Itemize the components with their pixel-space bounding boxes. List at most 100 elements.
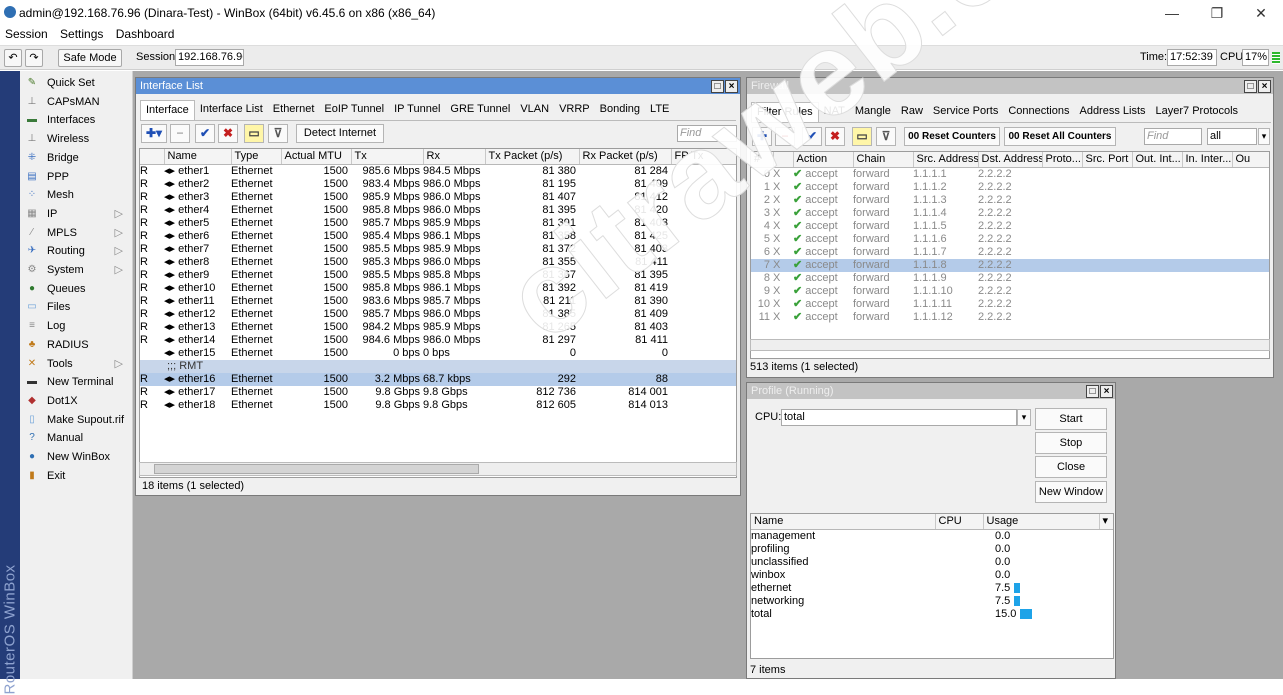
restore-icon[interactable]: □ bbox=[1244, 80, 1257, 93]
sidebar-item-radius[interactable]: ♣ RADIUS bbox=[20, 336, 133, 354]
sidebar-item-capsman[interactable]: ⊥ CAPsMAN bbox=[20, 93, 133, 111]
column-header[interactable]: Usage bbox=[983, 514, 1100, 530]
reset-counters-button[interactable]: 00 Reset Counters bbox=[904, 127, 1000, 146]
table-row[interactable]: management 0.0 bbox=[751, 529, 1113, 543]
table-row[interactable]: 8 X ✔ accept forward 1.1.1.9 2.2.2.2 bbox=[751, 272, 1269, 285]
interface-tab-lte[interactable]: LTE bbox=[645, 100, 674, 120]
table-row[interactable]: R ◂▸ ether12 Ethernet 1500 985.7 Mbps 986.0 M… bbox=[140, 308, 736, 321]
table-row[interactable]: 11 X ✔ accept forward 1.1.1.12 2.2.2.2 bbox=[751, 311, 1269, 324]
table-row[interactable]: R ◂▸ ether1 Ethernet 1500 985.6 Mbps 984.5 Mb… bbox=[140, 164, 736, 178]
column-header[interactable]: Out. Int... bbox=[1132, 152, 1183, 168]
remove-icon[interactable]: − bbox=[170, 124, 190, 143]
column-header[interactable] bbox=[140, 149, 165, 165]
close-button[interactable]: Close bbox=[1035, 456, 1107, 478]
column-header[interactable]: Proto... bbox=[1042, 152, 1083, 168]
firewall-find-input[interactable]: Find bbox=[1144, 128, 1202, 145]
table-row[interactable]: R ◂▸ ether10 Ethernet 1500 985.8 Mbps 986.1 M… bbox=[140, 282, 736, 295]
interface-list-titlebar[interactable]: Interface List □ × bbox=[136, 78, 740, 94]
firewall-tab-layer7-protocols[interactable]: Layer7 Protocols bbox=[1151, 102, 1244, 122]
close-window-button[interactable]: ✕ bbox=[1241, 2, 1281, 24]
disable-rule-icon[interactable]: ✖ bbox=[825, 127, 845, 146]
firewall-tab-raw[interactable]: Raw bbox=[896, 102, 928, 122]
sidebar-item-mesh[interactable]: ⁘ Mesh bbox=[20, 186, 133, 204]
table-row[interactable]: 3 X ✔ accept forward 1.1.1.4 2.2.2.2 bbox=[751, 207, 1269, 220]
firewall-tab-mangle[interactable]: Mangle bbox=[850, 102, 896, 122]
sidebar-item-wireless[interactable]: ⊥ Wireless bbox=[20, 130, 133, 148]
sidebar-item-queues[interactable]: ● Queues bbox=[20, 280, 133, 298]
remove-rule-icon[interactable]: − bbox=[775, 127, 795, 146]
undo-button[interactable]: ↶ bbox=[4, 49, 22, 67]
sidebar-item-routing[interactable]: ✈ Routing ▷ bbox=[20, 242, 133, 260]
maximize-button[interactable]: ❐ bbox=[1197, 2, 1237, 24]
sidebar-item-ip[interactable]: ▦ IP ▷ bbox=[20, 205, 133, 223]
column-header[interactable]: Tx Packet (p/s) bbox=[485, 149, 580, 165]
sidebar-item-manual[interactable]: ? Manual bbox=[20, 429, 133, 447]
table-row[interactable]: ethernet 7.5 bbox=[751, 582, 1113, 595]
sidebar-item-ppp[interactable]: ▤ PPP bbox=[20, 168, 133, 186]
table-row[interactable]: R ◂▸ ether9 Ethernet 1500 985.5 Mbps 985.8 Mb… bbox=[140, 269, 736, 282]
sidebar-item-files[interactable]: ▭ Files bbox=[20, 298, 133, 316]
sidebar-item-exit[interactable]: ▮ Exit bbox=[20, 467, 133, 485]
table-row[interactable]: winbox 0.0 bbox=[751, 569, 1113, 582]
sidebar-item-new-winbox[interactable]: ● New WinBox bbox=[20, 448, 133, 466]
table-row[interactable]: 5 X ✔ accept forward 1.1.1.6 2.2.2.2 bbox=[751, 233, 1269, 246]
profile-titlebar[interactable]: Profile (Running) □ × bbox=[747, 383, 1115, 399]
table-row[interactable]: R ◂▸ ether14 Ethernet 1500 984.6 Mbps 986.0 M… bbox=[140, 334, 736, 347]
menu-settings[interactable]: Settings bbox=[60, 27, 103, 41]
restore-icon[interactable]: □ bbox=[1086, 385, 1099, 398]
column-header[interactable]: Actual MTU bbox=[281, 149, 352, 165]
column-header[interactable]: Chain bbox=[853, 152, 914, 168]
start-button[interactable]: Start bbox=[1035, 408, 1107, 430]
sidebar-item-new-terminal[interactable]: ▬ New Terminal bbox=[20, 373, 133, 391]
table-row[interactable]: R ◂▸ ether11 Ethernet 1500 983.6 Mbps 985.7 M… bbox=[140, 295, 736, 308]
sidebar-item-quick-set[interactable]: ✎ Quick Set bbox=[20, 74, 133, 92]
table-row[interactable]: 2 X ✔ accept forward 1.1.1.3 2.2.2.2 bbox=[751, 194, 1269, 207]
firewall-tab-connections[interactable]: Connections bbox=[1003, 102, 1074, 122]
safe-mode-button[interactable]: Safe Mode bbox=[58, 49, 122, 67]
firewall-tab-filter-rules[interactable]: Filter Rules bbox=[751, 102, 819, 122]
chevron-down-icon[interactable]: ▾ bbox=[1017, 409, 1031, 426]
close-icon[interactable]: × bbox=[725, 80, 738, 93]
column-header[interactable]: CPU bbox=[935, 514, 984, 530]
table-row[interactable]: R ◂▸ ether17 Ethernet 1500 9.8 Gbps 9.8 Gbps 8… bbox=[140, 386, 736, 399]
table-row[interactable]: 4 X ✔ accept forward 1.1.1.5 2.2.2.2 bbox=[751, 220, 1269, 233]
firewall-tab-nat[interactable]: NAT bbox=[819, 102, 850, 122]
table-row[interactable]: R ◂▸ ether3 Ethernet 1500 985.9 Mbps 986.0 Mb… bbox=[140, 191, 736, 204]
column-header[interactable]: FP Tx bbox=[671, 149, 736, 165]
firewall-titlebar[interactable]: Firewall □ × bbox=[747, 78, 1273, 94]
reset-all-counters-button[interactable]: 00 Reset All Counters bbox=[1004, 127, 1116, 146]
sidebar-item-dot1x[interactable]: ◆ Dot1X bbox=[20, 392, 133, 410]
chevron-down-icon[interactable]: ▾ bbox=[1099, 514, 1113, 530]
table-row[interactable]: 0 X ✔ accept forward 1.1.1.1 2.2.2.2 bbox=[751, 167, 1269, 181]
sidebar-item-interfaces[interactable]: ▬ Interfaces bbox=[20, 111, 133, 129]
table-row[interactable]: R ◂▸ ether16 Ethernet 1500 3.2 Mbps 68.7 kbps… bbox=[140, 372, 736, 386]
new-window-button[interactable]: New Window bbox=[1035, 481, 1107, 503]
sidebar-item-make-supout-rif[interactable]: ▯ Make Supout.rif bbox=[20, 411, 133, 429]
column-header[interactable]: Src. Port bbox=[1082, 152, 1133, 168]
menu-dashboard[interactable]: Dashboard bbox=[116, 27, 175, 41]
interface-tab-vlan[interactable]: VLAN bbox=[515, 100, 554, 120]
column-header[interactable]: Tx bbox=[351, 149, 424, 165]
firewall-tab-address-lists[interactable]: Address Lists bbox=[1074, 102, 1150, 122]
comment-rule-icon[interactable]: ▭ bbox=[852, 127, 872, 146]
hscroll-thumb[interactable] bbox=[154, 464, 479, 474]
section-row[interactable]: ;;; RMT bbox=[140, 359, 736, 373]
interface-tab-interface-list[interactable]: Interface List bbox=[195, 100, 268, 120]
column-header[interactable]: Rx Packet (p/s) bbox=[579, 149, 672, 165]
interface-tab-interface[interactable]: Interface bbox=[140, 100, 195, 120]
table-row[interactable]: R ◂▸ ether6 Ethernet 1500 985.4 Mbps 986.1 Mb… bbox=[140, 230, 736, 243]
add-icon[interactable]: ✚▾ bbox=[141, 124, 167, 143]
table-row[interactable]: R ◂▸ ether18 Ethernet 1500 9.8 Gbps 9.8 Gbps 8… bbox=[140, 399, 736, 412]
table-row[interactable]: networking 7.5 bbox=[751, 595, 1113, 608]
table-row[interactable]: 1 X ✔ accept forward 1.1.1.2 2.2.2.2 bbox=[751, 181, 1269, 194]
table-row[interactable]: total 15.0 bbox=[751, 608, 1113, 621]
column-header[interactable]: Src. Address bbox=[913, 152, 979, 168]
firewall-filter-select[interactable]: all bbox=[1207, 128, 1257, 145]
column-header[interactable]: # bbox=[751, 152, 774, 168]
profile-cpu-select[interactable]: total bbox=[781, 409, 1017, 426]
sidebar-item-bridge[interactable]: ⁜ Bridge bbox=[20, 149, 133, 167]
table-row[interactable]: 9 X ✔ accept forward 1.1.1.10 2.2.2.2 bbox=[751, 285, 1269, 298]
column-header[interactable]: Name bbox=[751, 514, 936, 530]
sidebar-item-tools[interactable]: ✕ Tools ▷ bbox=[20, 355, 133, 373]
interface-tab-ethernet[interactable]: Ethernet bbox=[268, 100, 320, 120]
